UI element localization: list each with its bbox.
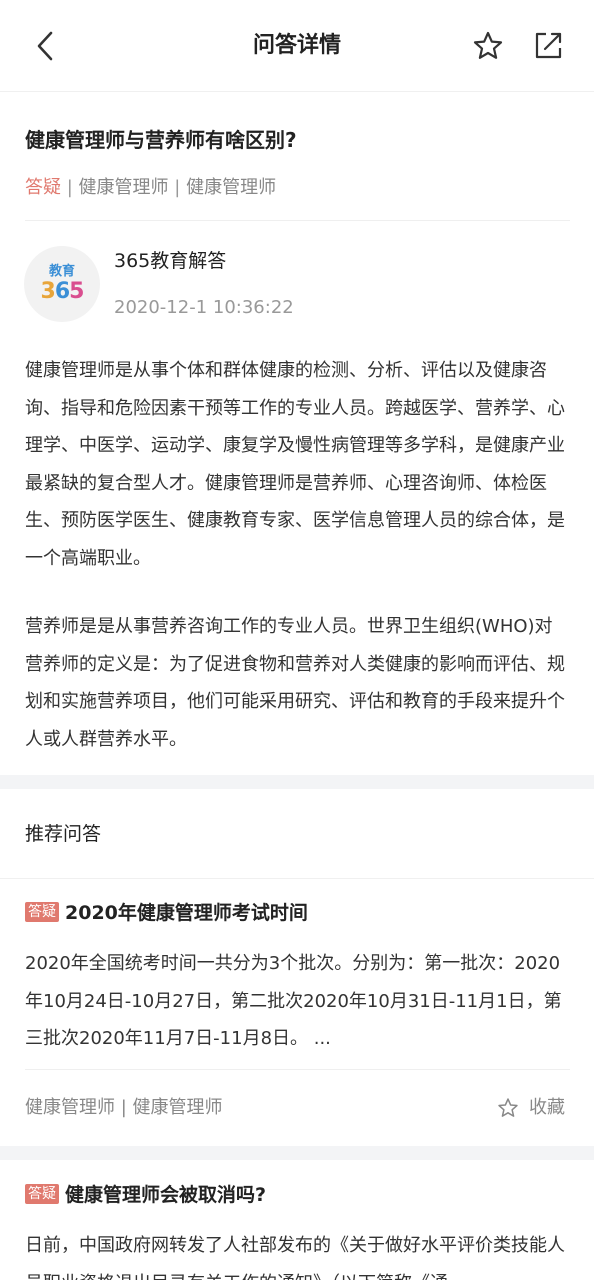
star-outline-icon [498, 1098, 518, 1117]
recommend-item-title[interactable]: 答疑 健康管理师会被取消吗? [25, 1179, 570, 1211]
section-separator [0, 775, 594, 789]
question-title: 健康管理师与营养师有啥区别? [25, 128, 297, 152]
question-tags: 答疑 | 健康管理师 | 健康管理师 [25, 173, 276, 203]
avatar-logo-number: 365 [40, 279, 85, 304]
category-tag[interactable]: 健康管理师 [186, 177, 276, 198]
section-title: 推荐问答 [25, 823, 102, 845]
divider [25, 1069, 570, 1070]
author-name[interactable]: 365教育解答 [114, 246, 226, 276]
answer-paragraph: 健康管理师是从事个体和群体健康的检测、分析、评估以及健康咨询、指导和危险因素干预… [25, 360, 565, 569]
recommend-item-title[interactable]: 答疑 2020年健康管理师考试时间 [25, 897, 570, 929]
recommend-item-tags: 健康管理师 | 健康管理师 [25, 1097, 223, 1118]
divider [25, 220, 570, 221]
avatar-label: 教育 [48, 264, 75, 279]
share-button[interactable] [526, 24, 570, 68]
category-tag[interactable]: 健康管理师 [79, 177, 169, 198]
question-type-badge: 答疑 [25, 902, 59, 922]
question-type-tag: 答疑 [25, 177, 61, 198]
divider [0, 878, 594, 879]
tag-separator: | [66, 177, 73, 198]
avatar[interactable]: 教育 365 [24, 246, 100, 322]
favorite-button[interactable] [466, 24, 510, 68]
question-type-badge: 答疑 [25, 1184, 59, 1204]
post-time: 2020-12-1 10:36:22 [114, 297, 294, 318]
top-bar: 问答详情 [0, 0, 594, 92]
collect-label: 收藏 [529, 1097, 565, 1118]
section-separator [0, 1146, 594, 1160]
star-outline-icon [473, 31, 503, 59]
recommend-item-summary[interactable]: 日前，中国政府网转发了人社部发布的《关于做好水平评价类技能人员职业资格退出目录有… [25, 1227, 570, 1280]
share-external-icon [535, 32, 562, 59]
answer-paragraph: 营养师是是从事营养咨询工作的专业人员。世界卫生组织(WHO)对营养师的定义是：为… [25, 616, 565, 750]
recommend-item-summary[interactable]: 2020年全国统考时间一共分为3个批次。分别为：第一批次：2020年10月24日… [25, 945, 570, 1058]
collect-button[interactable]: 收藏 [497, 1093, 565, 1123]
tag-separator: | [174, 177, 181, 198]
